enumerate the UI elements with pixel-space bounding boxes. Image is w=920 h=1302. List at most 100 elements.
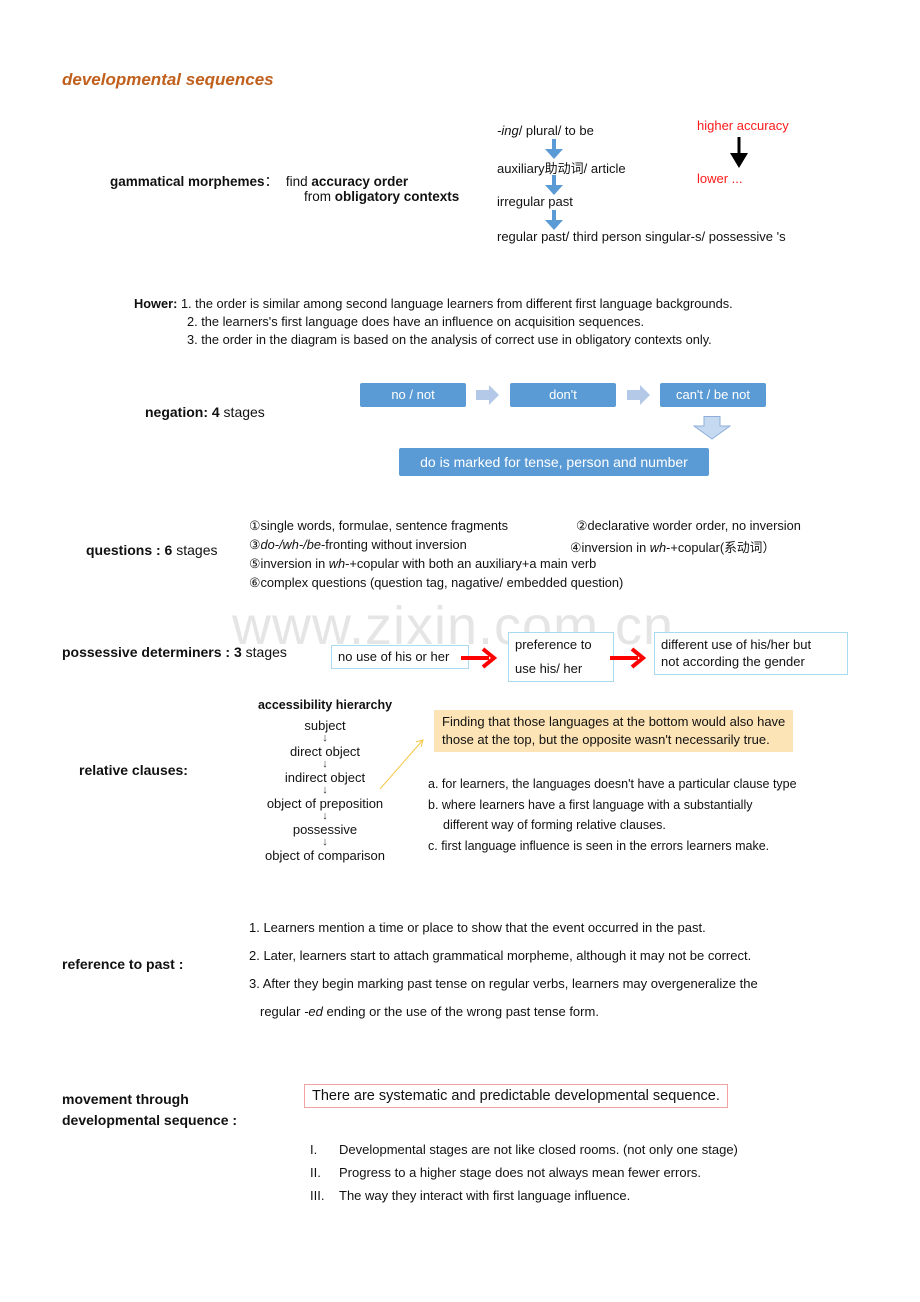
past-item-3-cont-italic: -ed <box>304 1004 323 1019</box>
morphemes-desc-pre: find <box>285 174 312 189</box>
relative-point-c: c. first language influence is seen in t… <box>428 838 770 853</box>
questions-label-rest: stages <box>172 542 218 558</box>
red-arrow-icon <box>610 647 647 669</box>
blue-down-arrow-icon <box>545 210 563 230</box>
systematic-statement-box: There are systematic and predictable dev… <box>304 1084 728 1108</box>
question-stage-4: ④inversion in wh-+copular(系动词） <box>570 537 775 556</box>
relative-point-b-cont: different way of forming relative clause… <box>443 818 666 832</box>
question-stage-4-italic: wh <box>649 540 667 555</box>
question-stage-5-text: -+copular with both an auxiliary+a main … <box>345 556 597 571</box>
point-numeral: III. <box>310 1188 325 1203</box>
however-item-2: 2. the learners's first language does ha… <box>187 314 645 329</box>
however-item-1: 1. the order is similar among second lan… <box>180 296 733 311</box>
possessive-label-rest: stages <box>241 644 287 660</box>
hierarchy-item: object of comparison <box>265 848 385 863</box>
questions-label: questions : 6 stages <box>86 542 218 558</box>
point-text: The way they interact with first languag… <box>339 1188 631 1203</box>
morpheme-stage-4-text: regular past/ third person singular-s/ p… <box>497 229 786 244</box>
morpheme-stage-3-text: irregular past <box>497 194 573 209</box>
possessive-stage-3: different use of his/her but not accordi… <box>654 632 848 675</box>
morpheme-stage-1-italic: -ing <box>497 123 519 138</box>
hierarchy-item: subject <box>304 718 346 733</box>
morpheme-stage-3: irregular past <box>497 194 573 209</box>
relative-point-a: a. for learners, the languages doesn't h… <box>428 777 797 791</box>
past-item-1: 1. Learners mention a time or place to s… <box>249 920 706 935</box>
possessive-label: possessive determiners : 3 stages <box>62 644 287 660</box>
reference-to-past-label: reference to past : <box>62 956 184 972</box>
relative-clauses-label: relative clauses: <box>79 762 188 778</box>
hierarchy-item: object of preposition <box>266 796 384 811</box>
morphemes-label-row: gammatical morphemes： find accuracy orde… <box>110 170 408 190</box>
past-item-3-cont-text: ending or the use of the wrong past tens… <box>322 1004 599 1019</box>
possessive-stage-2-line1: preference to <box>515 637 592 652</box>
possessive-stage-1: no use of his or her <box>331 645 469 669</box>
question-stage-2: ②declarative worder order, no inversion <box>576 518 801 533</box>
morpheme-stage-1: -ing/ plural/ to be <box>497 123 594 138</box>
negation-label-bold: negation: 4 <box>145 404 220 420</box>
hierarchy-item: possessive <box>292 822 358 837</box>
morphemes-desc-pre2: from <box>304 189 335 204</box>
possessive-stage-2: preference to use his/ her <box>508 632 614 682</box>
question-stage-4-text: -+copular(系动词） <box>666 540 776 555</box>
question-stage-3: ③do-/wh-/be-fronting without inversion <box>249 537 467 553</box>
point-numeral: II. <box>310 1165 321 1180</box>
question-stage-1: ①single words, formulae, sentence fragme… <box>249 518 508 533</box>
possessive-stage-3-line1: different use of his/her but <box>661 637 812 652</box>
morphemes-desc-bold2: obligatory contexts <box>334 189 460 204</box>
movement-point: II. Progress to a higher stage does not a… <box>310 1161 738 1184</box>
lower-accuracy-label: lower ... <box>697 171 743 186</box>
point-numeral: I. <box>310 1142 318 1157</box>
past-item-2: 2. Later, learners start to attach gramm… <box>249 948 752 963</box>
blue-down-arrow-icon <box>545 139 563 159</box>
past-item-3-cont-pre: regular <box>260 1004 305 1019</box>
connector-arrow-icon <box>379 739 424 790</box>
question-stage-5-italic: wh <box>328 556 346 571</box>
possessive-stage-1-text: no use of his or her <box>338 649 450 664</box>
however-item-3: 3. the order in the diagram is based on … <box>187 332 712 347</box>
question-stage-5-pre: ⑤inversion in <box>249 556 329 571</box>
possessive-stage-2-line2: use his/ her <box>515 661 583 676</box>
movement-points: I. Developmental stages are not like clos… <box>310 1138 738 1207</box>
question-stage-3-text: -fronting without inversion <box>320 537 467 552</box>
morphemes-label: gammatical morphemes <box>110 174 265 189</box>
question-stage-5: ⑤inversion in wh-+copular with both an a… <box>249 556 596 572</box>
down-arrow-icon: ↓ <box>322 810 328 822</box>
negation-stage-3: can't / be not <box>660 383 766 407</box>
movement-point: III. The way they interact with first lan… <box>310 1184 738 1207</box>
reference-to-past-list: 1. Learners mention a time or place to s… <box>249 914 758 1026</box>
question-stage-6: ⑥complex questions (question tag, nagati… <box>249 575 624 590</box>
movement-label: movement through developmental sequence … <box>62 1089 237 1131</box>
morpheme-stage-2-text: auxiliary助动词/ article <box>497 161 626 176</box>
negation-stage-4: do is marked for tense, person and numbe… <box>399 448 709 476</box>
red-arrow-icon <box>461 647 498 669</box>
point-text: Developmental stages are not like closed… <box>339 1142 738 1157</box>
possessive-label-bold: possessive determiners : 3 <box>62 644 242 660</box>
movement-point: I. Developmental stages are not like clos… <box>310 1138 738 1161</box>
question-stage-3-italic: do-/wh-/be <box>260 537 321 552</box>
right-arrow-icon <box>627 385 650 405</box>
questions-label-bold: questions : 6 <box>86 542 173 558</box>
down-arrow-icon <box>693 416 731 440</box>
past-item-3-cont: regular -ed ending or the use of the wro… <box>249 998 758 1026</box>
negation-stage-2: don't <box>510 383 616 407</box>
morphemes-desc-bold: accuracy order <box>311 174 409 189</box>
question-stage-3-num: ③ <box>249 537 261 552</box>
however-label: Hower: <box>134 296 178 311</box>
question-stage-4-pre: ④inversion in <box>570 540 650 555</box>
black-down-arrow-icon <box>730 137 748 168</box>
negation-label: negation: 4 stages <box>145 404 265 420</box>
note-line-1: Finding that those languages at the bott… <box>442 714 786 729</box>
negation-stage-1: no / not <box>360 383 466 407</box>
higher-accuracy-label: higher accuracy <box>697 118 789 133</box>
down-arrow-icon: ↓ <box>322 836 328 848</box>
movement-label-line2: developmental sequence : <box>62 1112 238 1128</box>
note-line-2: those at the top, but the opposite wasn'… <box>442 732 770 747</box>
relative-clause-note: Finding that those languages at the bott… <box>434 710 794 752</box>
relative-clause-points: a. for learners, the languages doesn't h… <box>428 774 797 856</box>
morphemes-desc-line2: from obligatory contexts <box>304 189 459 204</box>
hierarchy-title: accessibility hierarchy <box>257 698 393 712</box>
movement-label-line1: movement through <box>62 1091 189 1107</box>
blue-down-arrow-icon <box>545 175 563 195</box>
page-title: developmental sequences <box>62 70 274 89</box>
point-text: Progress to a higher stage does not alwa… <box>339 1165 702 1180</box>
